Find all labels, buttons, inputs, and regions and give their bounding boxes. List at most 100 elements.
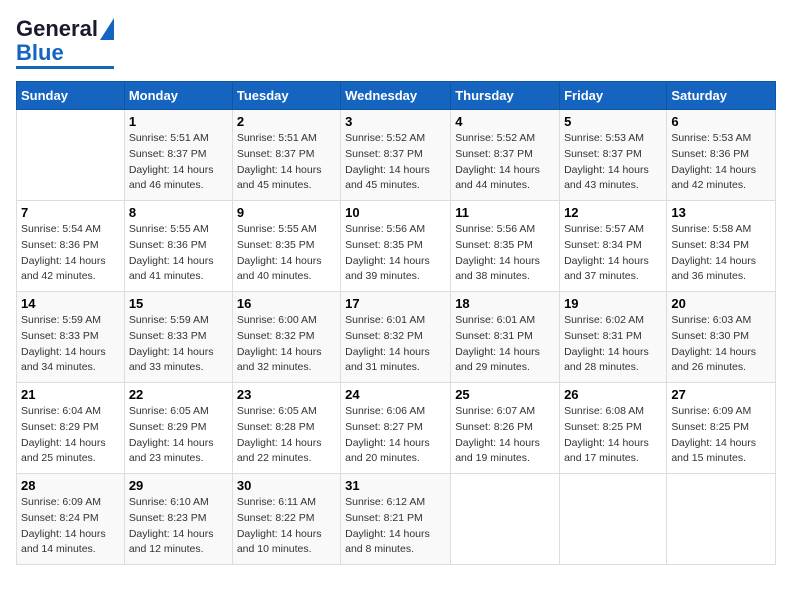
day-number: 22 <box>129 387 228 402</box>
day-info: Sunrise: 5:56 AM Sunset: 8:35 PM Dayligh… <box>455 222 555 285</box>
calendar-day-cell: 3 Sunrise: 5:52 AM Sunset: 8:37 PM Daylig… <box>341 110 451 201</box>
calendar-day-cell: 15 Sunrise: 5:59 AM Sunset: 8:33 PM Dayli… <box>124 292 232 383</box>
day-info: Sunrise: 5:55 AM Sunset: 8:36 PM Dayligh… <box>129 222 228 285</box>
logo: General Blue <box>16 16 114 69</box>
day-number: 14 <box>21 296 120 311</box>
calendar-day-cell <box>667 474 776 565</box>
calendar-week-row: 1 Sunrise: 5:51 AM Sunset: 8:37 PM Daylig… <box>17 110 776 201</box>
calendar-day-cell: 8 Sunrise: 5:55 AM Sunset: 8:36 PM Daylig… <box>124 201 232 292</box>
calendar-day-cell: 28 Sunrise: 6:09 AM Sunset: 8:24 PM Dayli… <box>17 474 125 565</box>
calendar-day-cell: 2 Sunrise: 5:51 AM Sunset: 8:37 PM Daylig… <box>232 110 340 201</box>
logo-line: General <box>16 16 114 42</box>
calendar-day-cell: 14 Sunrise: 5:59 AM Sunset: 8:33 PM Dayli… <box>17 292 125 383</box>
day-number: 23 <box>237 387 336 402</box>
day-info: Sunrise: 6:03 AM Sunset: 8:30 PM Dayligh… <box>671 313 771 376</box>
calendar-day-cell: 12 Sunrise: 5:57 AM Sunset: 8:34 PM Dayli… <box>560 201 667 292</box>
calendar-day-cell: 31 Sunrise: 6:12 AM Sunset: 8:21 PM Dayli… <box>341 474 451 565</box>
day-number: 25 <box>455 387 555 402</box>
calendar-day-cell: 25 Sunrise: 6:07 AM Sunset: 8:26 PM Dayli… <box>451 383 560 474</box>
calendar-day-cell: 20 Sunrise: 6:03 AM Sunset: 8:30 PM Dayli… <box>667 292 776 383</box>
day-info: Sunrise: 5:57 AM Sunset: 8:34 PM Dayligh… <box>564 222 662 285</box>
day-number: 28 <box>21 478 120 493</box>
weekday-header: Friday <box>560 82 667 110</box>
day-number: 11 <box>455 205 555 220</box>
calendar-day-cell: 16Sunrise: 6:00 AM Sunset: 8:32 PM Dayli… <box>232 292 340 383</box>
day-info: Sunrise: 6:06 AM Sunset: 8:27 PM Dayligh… <box>345 404 446 467</box>
calendar-day-cell: 6Sunrise: 5:53 AM Sunset: 8:36 PM Daylig… <box>667 110 776 201</box>
calendar-day-cell: 5 Sunrise: 5:53 AM Sunset: 8:37 PM Daylig… <box>560 110 667 201</box>
day-info: Sunrise: 6:09 AM Sunset: 8:24 PM Dayligh… <box>21 495 120 558</box>
calendar-day-cell: 23 Sunrise: 6:05 AM Sunset: 8:28 PM Dayli… <box>232 383 340 474</box>
calendar-day-cell: 1 Sunrise: 5:51 AM Sunset: 8:37 PM Daylig… <box>124 110 232 201</box>
calendar-day-cell: 17 Sunrise: 6:01 AM Sunset: 8:32 PM Dayli… <box>341 292 451 383</box>
day-number: 8 <box>129 205 228 220</box>
calendar-day-cell: 22Sunrise: 6:05 AM Sunset: 8:29 PM Dayli… <box>124 383 232 474</box>
day-info: Sunrise: 6:01 AM Sunset: 8:32 PM Dayligh… <box>345 313 446 376</box>
day-number: 21 <box>21 387 120 402</box>
calendar-day-cell: 26 Sunrise: 6:08 AM Sunset: 8:25 PM Dayli… <box>560 383 667 474</box>
weekday-header: Saturday <box>667 82 776 110</box>
calendar-day-cell <box>17 110 125 201</box>
calendar-day-cell: 21 Sunrise: 6:04 AM Sunset: 8:29 PM Dayli… <box>17 383 125 474</box>
day-number: 18 <box>455 296 555 311</box>
day-info: Sunrise: 5:56 AM Sunset: 8:35 PM Dayligh… <box>345 222 446 285</box>
logo-underline <box>16 66 114 69</box>
calendar-day-cell: 13 Sunrise: 5:58 AM Sunset: 8:34 PM Dayli… <box>667 201 776 292</box>
day-number: 3 <box>345 114 446 129</box>
day-info: Sunrise: 5:55 AM Sunset: 8:35 PM Dayligh… <box>237 222 336 285</box>
day-number: 16 <box>237 296 336 311</box>
day-info: Sunrise: 5:53 AM Sunset: 8:37 PM Dayligh… <box>564 131 662 194</box>
day-number: 12 <box>564 205 662 220</box>
day-number: 27 <box>671 387 771 402</box>
calendar-day-cell: 10 Sunrise: 5:56 AM Sunset: 8:35 PM Dayli… <box>341 201 451 292</box>
day-number: 7 <box>21 205 120 220</box>
logo-blue-text: Blue <box>16 42 64 64</box>
calendar-day-cell <box>451 474 560 565</box>
calendar-day-cell: 19Sunrise: 6:02 AM Sunset: 8:31 PM Dayli… <box>560 292 667 383</box>
day-number: 19 <box>564 296 662 311</box>
day-info: Sunrise: 5:51 AM Sunset: 8:37 PM Dayligh… <box>237 131 336 194</box>
day-number: 1 <box>129 114 228 129</box>
day-number: 10 <box>345 205 446 220</box>
day-info: Sunrise: 5:52 AM Sunset: 8:37 PM Dayligh… <box>345 131 446 194</box>
day-info: Sunrise: 5:51 AM Sunset: 8:37 PM Dayligh… <box>129 131 228 194</box>
day-info: Sunrise: 5:59 AM Sunset: 8:33 PM Dayligh… <box>129 313 228 376</box>
day-number: 9 <box>237 205 336 220</box>
day-number: 5 <box>564 114 662 129</box>
logo-general-text: General <box>16 16 98 42</box>
day-number: 13 <box>671 205 771 220</box>
calendar-day-cell: 7 Sunrise: 5:54 AM Sunset: 8:36 PM Daylig… <box>17 201 125 292</box>
day-info: Sunrise: 6:04 AM Sunset: 8:29 PM Dayligh… <box>21 404 120 467</box>
calendar-day-cell: 11 Sunrise: 5:56 AM Sunset: 8:35 PM Dayli… <box>451 201 560 292</box>
calendar-day-cell: 24Sunrise: 6:06 AM Sunset: 8:27 PM Dayli… <box>341 383 451 474</box>
weekday-header: Wednesday <box>341 82 451 110</box>
weekday-header: Sunday <box>17 82 125 110</box>
day-info: Sunrise: 6:05 AM Sunset: 8:28 PM Dayligh… <box>237 404 336 467</box>
weekday-header: Tuesday <box>232 82 340 110</box>
day-info: Sunrise: 6:07 AM Sunset: 8:26 PM Dayligh… <box>455 404 555 467</box>
weekday-header: Thursday <box>451 82 560 110</box>
day-number: 31 <box>345 478 446 493</box>
calendar-day-cell: 30Sunrise: 6:11 AM Sunset: 8:22 PM Dayli… <box>232 474 340 565</box>
day-number: 26 <box>564 387 662 402</box>
day-info: Sunrise: 6:11 AM Sunset: 8:22 PM Dayligh… <box>237 495 336 558</box>
day-number: 6 <box>671 114 771 129</box>
day-number: 15 <box>129 296 228 311</box>
day-number: 20 <box>671 296 771 311</box>
day-info: Sunrise: 6:12 AM Sunset: 8:21 PM Dayligh… <box>345 495 446 558</box>
day-number: 2 <box>237 114 336 129</box>
calendar-week-row: 7 Sunrise: 5:54 AM Sunset: 8:36 PM Daylig… <box>17 201 776 292</box>
calendar-week-row: 21 Sunrise: 6:04 AM Sunset: 8:29 PM Dayli… <box>17 383 776 474</box>
calendar-week-row: 28 Sunrise: 6:09 AM Sunset: 8:24 PM Dayli… <box>17 474 776 565</box>
page-header: General Blue <box>16 16 776 69</box>
day-info: Sunrise: 6:01 AM Sunset: 8:31 PM Dayligh… <box>455 313 555 376</box>
day-info: Sunrise: 5:58 AM Sunset: 8:34 PM Dayligh… <box>671 222 771 285</box>
calendar-header-row: SundayMondayTuesdayWednesdayThursdayFrid… <box>17 82 776 110</box>
day-info: Sunrise: 5:59 AM Sunset: 8:33 PM Dayligh… <box>21 313 120 376</box>
day-number: 17 <box>345 296 446 311</box>
day-number: 4 <box>455 114 555 129</box>
day-number: 29 <box>129 478 228 493</box>
day-info: Sunrise: 5:54 AM Sunset: 8:36 PM Dayligh… <box>21 222 120 285</box>
day-info: Sunrise: 6:08 AM Sunset: 8:25 PM Dayligh… <box>564 404 662 467</box>
weekday-header: Monday <box>124 82 232 110</box>
